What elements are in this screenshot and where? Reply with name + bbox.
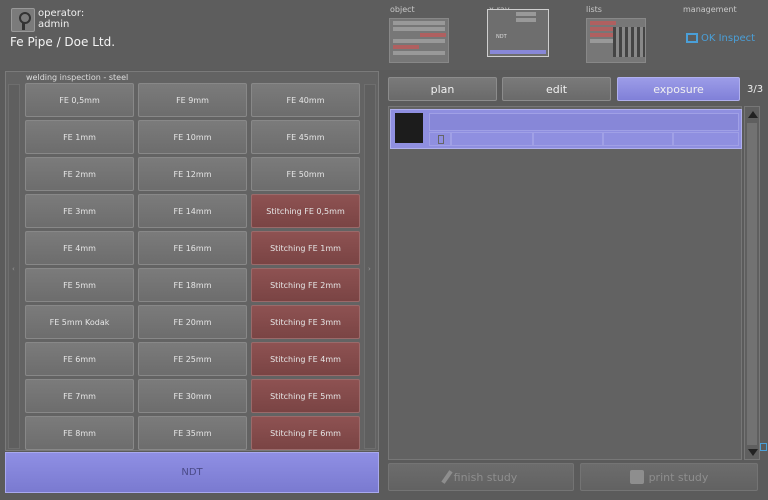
xray-thumb-ndt-text: NDT <box>496 34 507 40</box>
profile-button[interactable]: Stitching FE 0,5mm <box>251 194 360 228</box>
profile-button[interactable]: FE 18mm <box>138 268 247 302</box>
profile-button[interactable]: Stitching FE 2mm <box>251 268 360 302</box>
profile-button[interactable]: FE 14mm <box>138 194 247 228</box>
profile-button[interactable]: FE 3mm <box>25 194 134 228</box>
print-study-label: print study <box>648 470 709 484</box>
profile-button[interactable]: Stitching FE 3mm <box>251 305 360 339</box>
profile-button[interactable]: FE 45mm <box>251 120 360 154</box>
profile-button[interactable]: FE 10mm <box>138 120 247 154</box>
profile-button[interactable]: Stitching FE 1mm <box>251 231 360 265</box>
nav-object-label: object <box>390 5 415 14</box>
corner-icon <box>760 443 767 451</box>
nav-management-label: management <box>683 5 737 14</box>
header: operator: admin Fe Pipe / Doe Ltd. objec… <box>0 0 768 70</box>
nav-object-thumb[interactable] <box>389 18 449 63</box>
company-name: Fe Pipe / Doe Ltd. <box>10 35 116 49</box>
profile-button[interactable]: Stitching FE 4mm <box>251 342 360 376</box>
page-counter: 3/3 <box>747 84 764 95</box>
scroll-right-column[interactable]: › <box>364 84 376 449</box>
list-item[interactable] <box>390 109 742 149</box>
logo-icon <box>686 33 698 43</box>
panel-title: welding inspection - steel <box>26 73 129 82</box>
profile-button[interactable]: FE 0,5mm <box>25 83 134 117</box>
pen-icon <box>441 470 453 484</box>
welding-inspection-panel: welding inspection - steel ‹ › FE 0,5mm F… <box>5 71 379 451</box>
exposure-list <box>388 106 742 460</box>
logo-text: OK Inspect <box>701 33 756 44</box>
profile-button[interactable]: FE 4mm <box>25 231 134 265</box>
tab-exposure[interactable]: exposure <box>617 77 740 101</box>
profile-button[interactable]: FE 8mm <box>25 416 134 450</box>
nav-lists-label: lists <box>586 5 602 14</box>
print-study-button[interactable]: print study <box>580 463 758 491</box>
profile-button[interactable]: FE 5mm <box>25 268 134 302</box>
scroll-left-column[interactable]: ‹ <box>8 84 20 449</box>
profile-button[interactable]: FE 5mm Kodak <box>25 305 134 339</box>
chevron-right-icon: › <box>368 265 371 273</box>
exposure-header-bar <box>429 113 739 131</box>
finish-study-label: finish study <box>453 470 518 484</box>
ndt-button[interactable]: NDT <box>5 452 379 493</box>
profile-button[interactable]: FE 2mm <box>25 157 134 191</box>
operator-key-icon[interactable] <box>11 8 35 32</box>
nav-lists-thumb[interactable] <box>586 18 646 63</box>
profile-button[interactable]: FE 9mm <box>138 83 247 117</box>
operator-label: operator: <box>38 8 85 19</box>
profile-button[interactable]: Stitching FE 5mm <box>251 379 360 413</box>
ok-inspect-logo[interactable]: OK Inspect <box>686 33 755 44</box>
profile-button[interactable]: FE 20mm <box>138 305 247 339</box>
profile-button[interactable]: FE 16mm <box>138 231 247 265</box>
operator-name: admin <box>38 19 70 30</box>
profile-button[interactable]: Stitching FE 6mm <box>251 416 360 450</box>
scroll-up-icon[interactable] <box>748 111 758 118</box>
scroll-track[interactable] <box>747 123 757 445</box>
profile-button[interactable]: FE 40mm <box>251 83 360 117</box>
profile-button[interactable]: FE 6mm <box>25 342 134 376</box>
list-scrollbar[interactable] <box>744 106 760 460</box>
exposure-thumbnail <box>395 113 423 143</box>
profile-button[interactable]: FE 30mm <box>138 379 247 413</box>
tab-plan[interactable]: plan <box>388 77 497 101</box>
profile-button[interactable]: FE 35mm <box>138 416 247 450</box>
profile-button[interactable]: FE 50mm <box>251 157 360 191</box>
profile-button[interactable]: FE 1mm <box>25 120 134 154</box>
profile-button[interactable]: FE 12mm <box>138 157 247 191</box>
scroll-down-icon[interactable] <box>748 449 758 456</box>
trash-icon[interactable] <box>438 135 444 144</box>
tab-edit[interactable]: edit <box>502 77 611 101</box>
profile-button[interactable]: FE 7mm <box>25 379 134 413</box>
profile-button[interactable]: FE 25mm <box>138 342 247 376</box>
print-icon <box>629 470 644 484</box>
nav-xray-thumb[interactable]: NDT <box>487 9 549 57</box>
exposure-cells <box>429 132 739 146</box>
finish-study-button[interactable]: finish study <box>388 463 574 491</box>
chevron-left-icon: ‹ <box>12 265 15 273</box>
